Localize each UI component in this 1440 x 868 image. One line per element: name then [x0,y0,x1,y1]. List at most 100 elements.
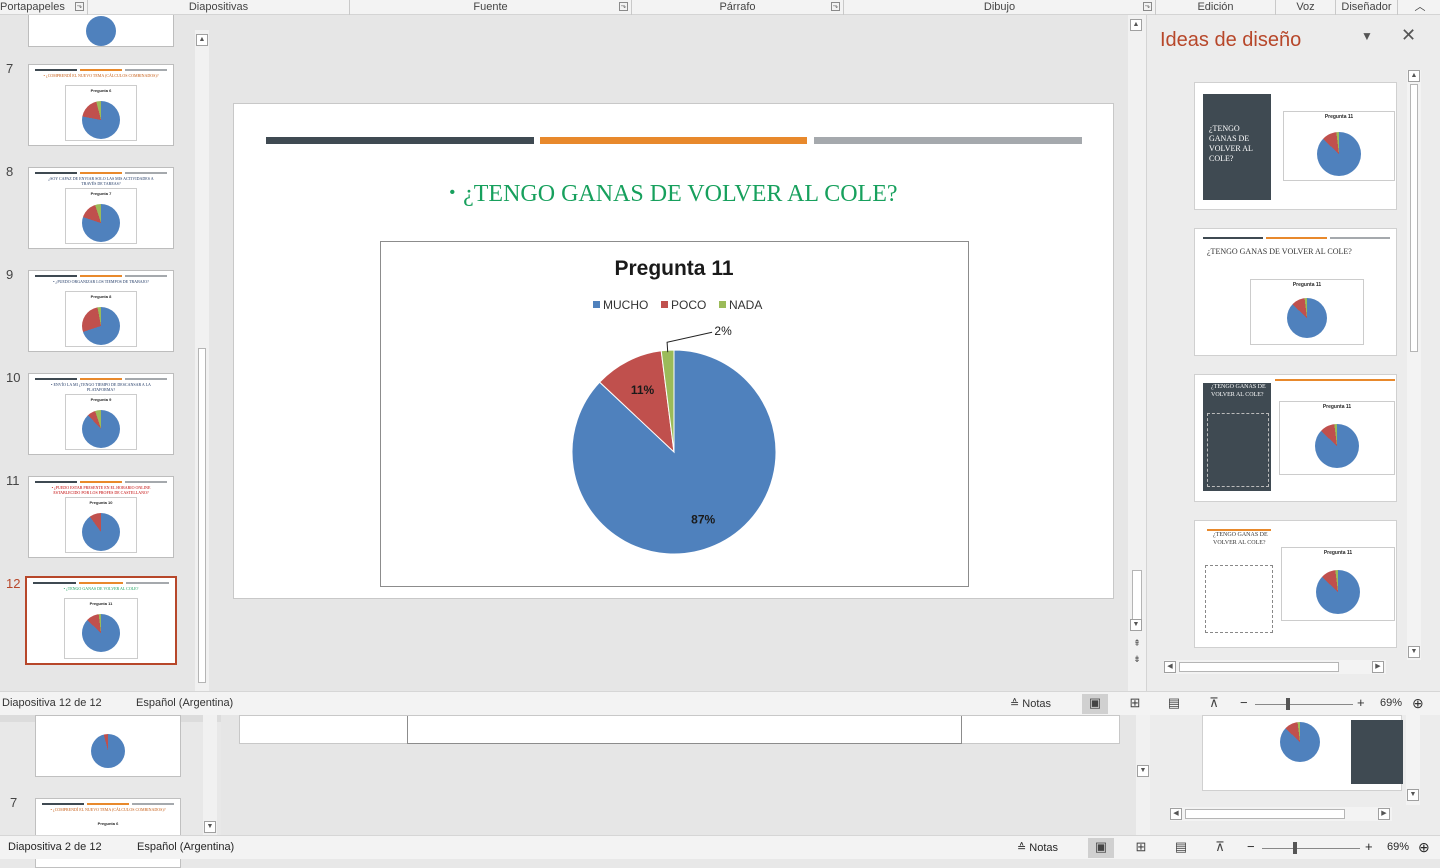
previous-slide-icon[interactable]: ⇞ [1130,637,1144,651]
scroll-down-icon[interactable]: ▼ [1408,646,1420,658]
design-idea-card-4[interactable]: ¿TENGO GANAS DE VOLVER AL COLE? Pregunta… [1194,520,1397,648]
image-placeholder [1205,565,1273,633]
design-idea-card-3[interactable]: ¿TENGO GANAS DE VOLVER AL COLE? Pregunta… [1194,374,1397,502]
design-pane-hscrollbar[interactable]: ◀ ▶ [1164,660,1386,674]
card-chart: Pregunta 11 [1279,401,1395,475]
language-indicator[interactable]: Español (Argentina) [136,697,233,709]
scroll-up-icon[interactable]: ▲ [196,34,208,46]
chevron-down-icon[interactable]: ▼ [1361,29,1373,43]
slideshow-icon: ⊼ [1215,839,1225,854]
dialog-launcher-icon[interactable]: ⬎ [75,2,84,11]
zoom-out-icon[interactable]: − [1240,695,1248,710]
mini-chart: Pregunta 7 [65,188,137,244]
data-label-poco: 11% [631,383,655,397]
mini-pie-chart [82,614,120,652]
slide-thumbnail-11[interactable]: • ¿PUEDO ESTAR PRESENTE EN EL HORARIO ON… [28,476,174,558]
chart-title: Pregunta 11 [614,257,733,280]
dialog-launcher-icon[interactable]: ⬎ [1143,2,1152,11]
zoom-slider-thumb[interactable] [1286,698,1290,710]
mini-bars [35,275,167,277]
fit-to-window-icon: ⊕ [1418,839,1430,855]
zoom-slider[interactable] [1255,704,1353,705]
slide-thumbnail-12-selected[interactable]: • ¿TENGO GANAS DE VOLVER AL COLE? Pregun… [25,576,177,665]
mini-pie-chart [91,734,125,768]
slide-sorter-icon[interactable]: ⊞ [1122,694,1148,714]
thumbnail-scrollbar[interactable]: ▲ ▼ [195,30,209,691]
editor-scrollbar[interactable]: ▲ ▼ ⇞ ⇟ [1128,15,1146,691]
scrollbar-thumb[interactable] [1132,570,1142,620]
slide-thumbnail-8[interactable]: ¿SOY CAPAZ DE ENVIAR SOLO LAS MIS ACTIVI… [28,167,174,249]
dialog-launcher-icon[interactable]: ⬎ [619,2,628,11]
ribbon-group-label: Párrafo [719,1,756,13]
dark-panel: ¿TENGO GANAS DE VOLVER AL COLE? [1203,383,1271,491]
zoom-level[interactable]: 69% [1380,697,1402,709]
legend-swatch-nada [719,301,726,308]
chart-container[interactable]: Pregunta 11 MUCHO POCO NADA 87% 11% 2% [380,241,969,587]
scrollbar-thumb[interactable] [1179,662,1339,672]
fit-to-window-icon[interactable]: ⊕ [1412,695,1424,712]
scroll-up-icon[interactable]: ▲ [1408,70,1420,82]
ghost-editor: ▼ [221,715,1150,835]
design-pane-scrollbar[interactable]: ▲ ▼ [1407,70,1421,660]
mini-pie-chart [1317,132,1361,176]
card-title-text: ¿TENGO GANAS DE VOLVER AL COLE? [1207,247,1352,256]
scroll-up-icon[interactable]: ▲ [1130,19,1142,31]
mini-chart: Pregunta 9 [65,394,137,450]
next-slide-icon[interactable]: ⇟ [1130,653,1144,667]
dialog-launcher-icon[interactable]: ⬎ [831,2,840,11]
design-idea-card-2[interactable]: ¿TENGO GANAS DE VOLVER AL COLE? Pregunta… [1194,228,1397,356]
mini-bars [35,69,167,71]
slide-thumbnail-7[interactable]: • ¿COMPRENDÍ EL NUEVO TEMA (CÁLCULOS COM… [28,64,174,146]
slide-thumbnail-title: • ¿COMPRENDÍ EL NUEVO TEMA (CÁLCULOS COM… [50,807,166,812]
card-chart-title: Pregunta 11 [1323,550,1353,556]
card-chart: Pregunta 11 [1250,279,1364,345]
card-chart-title: Pregunta 11 [1292,282,1322,288]
slideshow-icon[interactable]: ⊼ [1201,694,1227,714]
zoom-in-icon[interactable]: + [1357,695,1365,710]
card-chart-title: Pregunta 11 [1322,404,1352,410]
slide-editor: • ¿TENGO GANAS DE VOLVER AL COLE? Pregunt… [215,15,1146,691]
slide-title[interactable]: • ¿TENGO GANAS DE VOLVER AL COLE? [234,181,1113,208]
normal-view-icon[interactable]: ▣ [1082,694,1108,714]
slide-thumbnail-6[interactable] [28,15,174,47]
scrollbar-thumb[interactable] [1410,84,1418,352]
mini-chart: Pregunta 8 [65,291,137,347]
ghost-design-pane: ▼ ◀ ▶ [1150,715,1440,835]
scroll-right-icon[interactable]: ▶ [1372,661,1384,673]
dark-panel: ¿TENGO GANAS DE VOLVER AL COLE? [1203,92,1271,200]
mini-pie-chart [1280,722,1320,762]
slide-accent-bar [266,137,534,144]
slide-thumbnail-9[interactable]: • ¿PUEDO ORGANIZAR LOS TIEMPOS DE TRABAJ… [28,270,174,352]
slide-number-active: 12 [6,576,21,591]
legend-swatch-poco [661,301,668,308]
reading-view-icon[interactable]: ▤ [1161,694,1187,714]
scrollbar-thumb[interactable] [198,348,206,683]
design-pane-title: Ideas de diseño [1160,29,1302,51]
card-title-text: ¿TENGO GANAS DE VOLVER AL COLE? [1209,124,1253,163]
chevron-up-icon[interactable]: ︿ [1412,0,1428,15]
legend-label-poco: POCO [671,298,706,312]
design-idea-card-1[interactable]: ¿TENGO GANAS DE VOLVER AL COLE? Pregunta… [1194,82,1397,210]
ghost-design-scrollbar: ▼ [1406,715,1420,805]
ghost-slide [239,715,1120,744]
mini-chart-title: Pregunta 7 [90,191,112,196]
mini-chart-title: Pregunta 8 [90,294,112,299]
ribbon-group-label: Diapositivas [188,1,249,13]
card-title-text: ¿TENGO GANAS DE VOLVER AL COLE? [1213,532,1268,546]
scroll-left-icon[interactable]: ◀ [1164,661,1176,673]
ribbon-group-diapositivas: Diapositivas [88,0,350,15]
mini-pie-chart [82,410,120,448]
scroll-right-icon: ▶ [1378,808,1390,820]
ribbon-group-label: Edición [1197,1,1234,13]
slide-thumbnail-10[interactable]: • ENVÍO LA MI ¿TENGO TIEMPO DE DESCANSAR… [28,373,174,455]
scroll-down-icon: ▼ [1407,789,1419,801]
current-slide[interactable]: • ¿TENGO GANAS DE VOLVER AL COLE? Pregunt… [233,103,1114,599]
ribbon-group-fuente: Fuente ⬎ [350,0,632,15]
notes-button[interactable]: ≙ Notas [1010,697,1051,710]
legend-label-mucho: MUCHO [603,298,648,312]
scroll-down-icon[interactable]: ▼ [1130,619,1142,631]
close-icon[interactable]: ✕ [1401,25,1416,46]
ghost-editor-scrollbar: ▼ [1136,715,1150,835]
mini-chart-title: Pregunta 6 [97,821,119,826]
card-chart-title: Pregunta 11 [1324,114,1354,120]
